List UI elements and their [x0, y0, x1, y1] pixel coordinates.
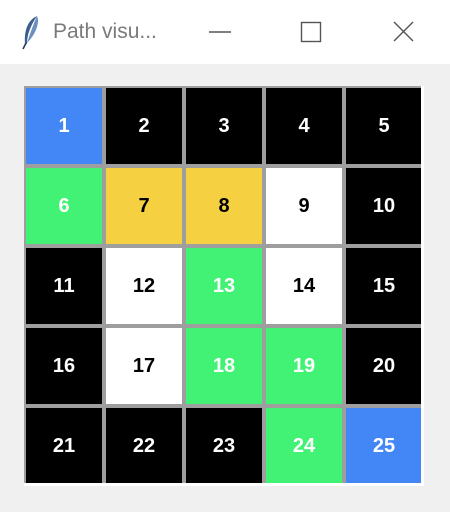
window-title: Path visu...	[53, 20, 157, 43]
close-button[interactable]	[381, 12, 425, 52]
grid-cell-7[interactable]: 7	[106, 168, 182, 244]
grid-cell-9[interactable]: 9	[266, 168, 342, 244]
grid-cell-23[interactable]: 23	[186, 408, 262, 484]
grid-cell-21[interactable]: 21	[26, 408, 102, 484]
app-window: Path visu... 1 2 3 4 5 6 7 8 9 10 11 12 13 14 15 16 17 18…	[0, 0, 450, 512]
grid-cell-3[interactable]: 3	[186, 88, 262, 164]
grid-cell-17[interactable]: 17	[106, 328, 182, 404]
minimize-button[interactable]	[198, 12, 242, 52]
grid-cell-6[interactable]: 6	[26, 168, 102, 244]
grid-cell-25[interactable]: 25	[346, 408, 422, 484]
grid-cell-11[interactable]: 11	[26, 248, 102, 324]
title-bar[interactable]: Path visu...	[0, 0, 450, 64]
grid-cell-8[interactable]: 8	[186, 168, 262, 244]
path-grid: 1 2 3 4 5 6 7 8 9 10 11 12 13 14 15 16 17 18 19 20 21 22 23 24 2…	[24, 86, 422, 484]
grid-cell-16[interactable]: 16	[26, 328, 102, 404]
maximize-icon	[300, 21, 322, 43]
grid-cell-20[interactable]: 20	[346, 328, 422, 404]
grid-cell-22[interactable]: 22	[106, 408, 182, 484]
grid-cell-24[interactable]: 24	[266, 408, 342, 484]
grid-edge-right	[421, 86, 424, 484]
grid-cell-5[interactable]: 5	[346, 88, 422, 164]
maximize-button[interactable]	[289, 12, 333, 52]
grid-cell-19[interactable]: 19	[266, 328, 342, 404]
grid-cell-10[interactable]: 10	[346, 168, 422, 244]
grid-edge-bottom	[24, 483, 424, 486]
grid-cell-12[interactable]: 12	[106, 248, 182, 324]
grid-cell-18[interactable]: 18	[186, 328, 262, 404]
close-icon	[393, 21, 414, 42]
grid-cell-2[interactable]: 2	[106, 88, 182, 164]
grid-cell-14[interactable]: 14	[266, 248, 342, 324]
grid-cell-4[interactable]: 4	[266, 88, 342, 164]
grid-cell-1[interactable]: 1	[26, 88, 102, 164]
grid-cell-13[interactable]: 13	[186, 248, 262, 324]
feather-icon	[22, 16, 38, 50]
minimize-icon	[209, 31, 231, 33]
grid-cell-15[interactable]: 15	[346, 248, 422, 324]
